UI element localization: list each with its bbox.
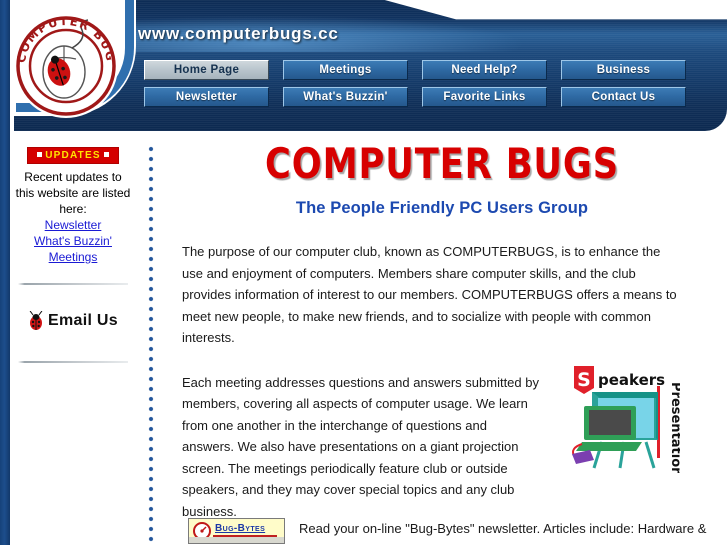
nav-cell: Home Page — [144, 60, 283, 80]
projection-screen-icon: S peakers Presentations — [572, 366, 683, 484]
sidebar-link-meetings[interactable]: Meetings — [14, 249, 132, 265]
bugbytes-banner-footer — [189, 537, 284, 543]
sidebar: UPDATES Recent updates to this website a… — [14, 145, 132, 363]
updates-badge: UPDATES — [27, 147, 119, 164]
nav-button-newsletter[interactable]: Newsletter — [144, 87, 269, 107]
site-logo[interactable]: COMPUTER BUGS — [12, 12, 120, 120]
updates-badge-label: UPDATES — [45, 150, 101, 161]
computerbugs-logo-icon: COMPUTER BUGS — [12, 12, 118, 118]
svg-text:Presentations: Presentations — [668, 382, 680, 473]
sidebar-link-whats-buzzin[interactable]: What's Buzzin' — [14, 233, 132, 249]
sidebar-divider-1 — [18, 283, 128, 285]
bugbytes-description: Read your on-line "Bug-Bytes" newsletter… — [299, 521, 707, 545]
nav-cell: Meetings — [283, 60, 422, 80]
nav-row-2: Newsletter What's Buzzin' Favorite Links… — [144, 87, 714, 107]
sidebar-link-newsletter[interactable]: Newsletter — [14, 217, 132, 233]
nav-cell: Need Help? — [422, 60, 561, 80]
bugbytes-banner-label: Bug-Bytes — [215, 523, 266, 534]
nav-button-meetings[interactable]: Meetings — [283, 60, 408, 80]
nav-button-contact-us[interactable]: Contact Us — [561, 87, 686, 107]
meetings-paragraph: Each meeting addresses questions and ans… — [182, 374, 539, 519]
ladybug-icon — [29, 311, 43, 330]
main-content: COMPUTER BUGS The People Friendly PC Use… — [182, 140, 702, 535]
site-url: www.computerbugs.cc — [138, 24, 339, 43]
nav-cell: Business — [561, 60, 700, 80]
nav-button-favorite-links[interactable]: Favorite Links — [422, 87, 547, 107]
nav-cell: Favorite Links — [422, 87, 561, 107]
email-us-link[interactable]: Email Us — [14, 311, 132, 331]
bugbytes-row: Bug-Bytes Read your on-line "Bug-Bytes" … — [188, 518, 708, 545]
bugbytes-banner[interactable]: Bug-Bytes — [188, 518, 285, 544]
nav-button-business[interactable]: Business — [561, 60, 686, 80]
nav-button-whats-buzzin[interactable]: What's Buzzin' — [283, 87, 408, 107]
nav-cell: Contact Us — [561, 87, 700, 107]
nav-button-need-help[interactable]: Need Help? — [422, 60, 547, 80]
page-root: www.computerbugs.cc Home Page Meetings N… — [0, 0, 727, 545]
badge-square-left — [37, 151, 43, 157]
left-edge-rail — [0, 0, 10, 545]
nav-cell: Newsletter — [144, 87, 283, 107]
page-subtitle: The People Friendly PC Users Group — [295, 199, 589, 217]
nav-row-1: Home Page Meetings Need Help? Business — [144, 60, 714, 80]
svg-text:peakers: peakers — [598, 371, 665, 389]
nav-cell: What's Buzzin' — [283, 87, 422, 107]
speakers-presentations-graphic: S peakers Presentations — [568, 358, 683, 484]
intro-paragraph: The purpose of our computer club, known … — [182, 244, 677, 345]
primary-navigation: Home Page Meetings Need Help? Business N… — [144, 60, 714, 114]
nav-button-home-page[interactable]: Home Page — [144, 60, 269, 80]
sidebar-intro-text: Recent updates to this website are liste… — [15, 170, 131, 216]
badge-square-right — [103, 151, 109, 157]
vertical-dotted-divider — [148, 144, 154, 545]
site-header: www.computerbugs.cc Home Page Meetings N… — [14, 0, 727, 131]
svg-text:S: S — [577, 369, 591, 391]
page-title: COMPUTER BUGS — [265, 139, 619, 188]
email-us-label: Email Us — [48, 312, 118, 329]
sidebar-divider-2 — [18, 361, 128, 363]
